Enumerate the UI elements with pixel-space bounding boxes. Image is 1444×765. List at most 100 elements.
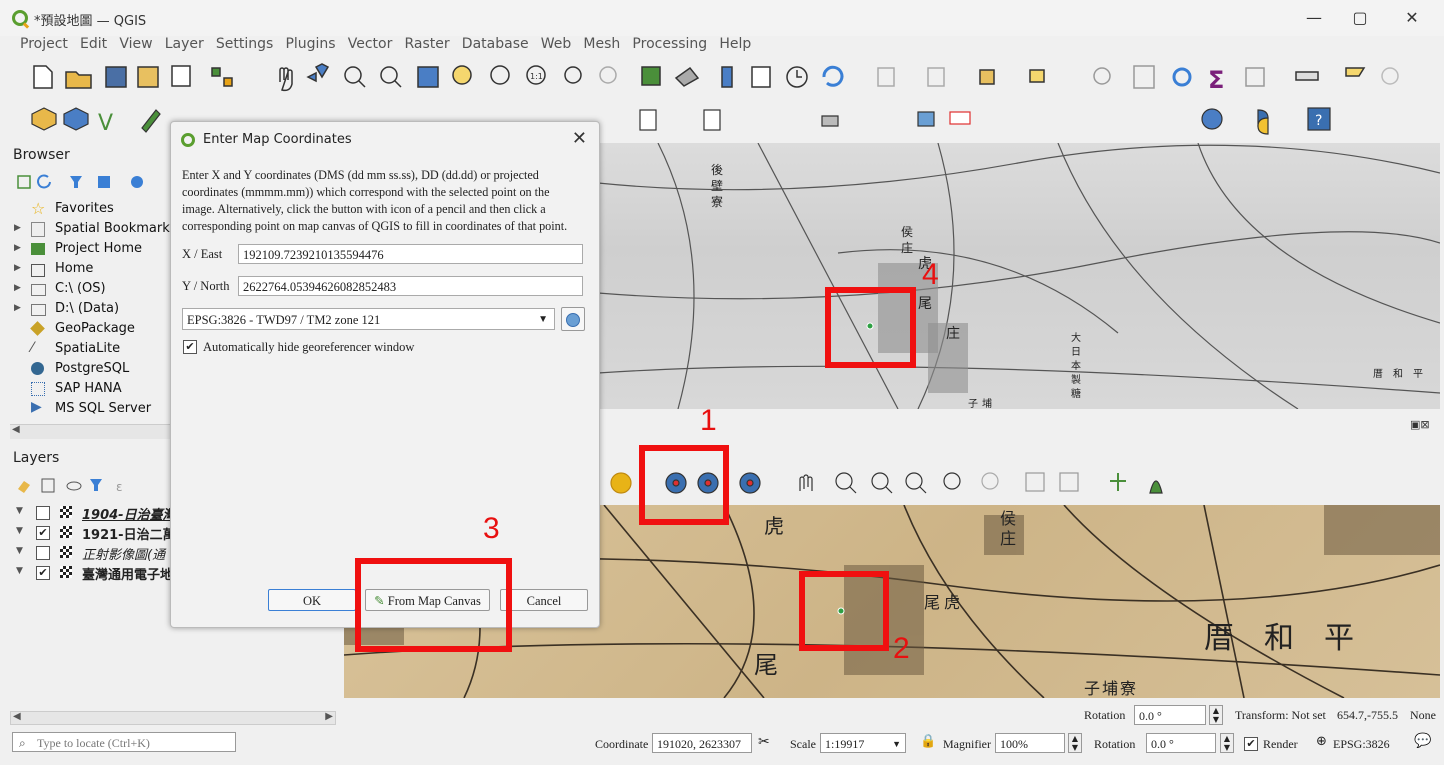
expand-arrow-icon[interactable]: ▶ xyxy=(14,263,21,273)
browser-item-home[interactable]: ▶ Home xyxy=(10,260,170,280)
layer-1921[interactable]: ▼ ✔ 1921-日治二萬 xyxy=(10,523,176,543)
maximize-button[interactable]: ▢ xyxy=(1340,6,1380,30)
messages-icon[interactable]: 💬 xyxy=(1414,733,1431,749)
menu-raster[interactable]: Raster xyxy=(405,36,450,52)
globe-icon[interactable]: ⊕ xyxy=(1316,734,1327,749)
crs-selector-button[interactable] xyxy=(561,307,585,331)
layer-emap[interactable]: ▼ ✔ 臺灣通用電子地 xyxy=(10,563,173,583)
ok-button[interactable]: OK xyxy=(268,589,356,611)
map-label: 平 xyxy=(1413,369,1423,380)
star-icon: ☆ xyxy=(31,199,46,218)
layer-visibility-checkbox[interactable]: ✔ xyxy=(36,526,50,540)
menu-vector[interactable]: Vector xyxy=(348,36,393,52)
svg-text:V: V xyxy=(98,111,113,136)
layers-toolbar: ε xyxy=(18,478,123,494)
magnifier-input[interactable]: 100% xyxy=(995,733,1065,753)
auto-hide-checkbox[interactable]: ✔ xyxy=(183,340,197,354)
menu-settings[interactable]: Settings xyxy=(216,36,273,52)
browser-scrollbar[interactable]: ◀ xyxy=(10,424,170,439)
expand-arrow-icon[interactable]: ▶ xyxy=(14,223,21,233)
browser-item-project-home[interactable]: ▶ Project Home xyxy=(10,240,170,260)
spatialite-icon: ⁄ xyxy=(31,340,34,356)
layer-1904[interactable]: ▼ 1904-日治臺灣 xyxy=(10,503,176,523)
layer-orthophoto[interactable]: ▼ 正射影像圖(通 xyxy=(10,543,170,563)
magnifier-spinner[interactable]: ▲ ▼ xyxy=(1068,733,1082,753)
browser-item-favorites[interactable]: ☆ Favorites xyxy=(10,199,170,220)
menu-project[interactable]: Project xyxy=(20,36,68,52)
map-label: 厝 xyxy=(1204,621,1234,656)
close-button[interactable]: ✕ xyxy=(1392,6,1432,30)
map-label: 寮 xyxy=(711,195,724,209)
expand-arrow-icon[interactable]: ▶ xyxy=(14,243,21,253)
menu-mesh[interactable]: Mesh xyxy=(583,36,620,52)
svg-text:ε: ε xyxy=(116,480,123,494)
dialog-close-icon[interactable]: ✕ xyxy=(572,128,587,149)
toggle-extents-icon[interactable]: ✂ xyxy=(758,734,770,750)
browser-item-drive-d[interactable]: ▶ D:\ (Data) xyxy=(10,300,170,320)
project-crs-button[interactable]: EPSG:3826 xyxy=(1333,737,1390,752)
rotation-spinner[interactable]: ▲ ▼ xyxy=(1220,733,1234,753)
map-label: 虎 xyxy=(944,593,961,612)
home-icon xyxy=(31,264,45,277)
rotation-spinner[interactable]: ▲ ▼ xyxy=(1209,705,1223,725)
transform-status: Transform: Not set xyxy=(1235,708,1326,722)
georef-rotation-input[interactable]: 0.0 ° xyxy=(1134,705,1206,725)
collapse-arrow-icon[interactable]: ▼ xyxy=(16,566,23,576)
postgres-icon xyxy=(31,362,44,375)
layer-visibility-checkbox[interactable] xyxy=(36,506,50,520)
browser-item-postgresql[interactable]: PostgreSQL xyxy=(10,360,170,380)
browser-item-sap-hana[interactable]: SAP HANA xyxy=(10,380,170,400)
rotation-input[interactable]: 0.0 ° xyxy=(1146,733,1216,753)
y-north-input[interactable]: 2622764.05394626082852483 xyxy=(238,276,583,296)
browser-item-mssql[interactable]: ▶ MS SQL Server xyxy=(10,399,170,420)
browser-item-drive-c[interactable]: ▶ C:\ (OS) xyxy=(10,280,170,300)
browser-tree: ☆ Favorites ▶ Spatial Bookmarks ▶ Projec… xyxy=(10,199,177,420)
coordinate-input[interactable]: 191020, 2623307 xyxy=(652,733,752,753)
menu-edit[interactable]: Edit xyxy=(80,36,107,52)
main-toolbar: 1:1 Σ xyxy=(0,58,1444,100)
minimize-button[interactable]: — xyxy=(1294,6,1334,30)
map-label: 侯 xyxy=(901,225,914,239)
x-east-input[interactable]: 192109.7239210135594476 xyxy=(238,244,583,264)
expand-arrow-icon[interactable]: ▶ xyxy=(14,283,21,293)
layer-visibility-checkbox[interactable]: ✔ xyxy=(36,566,50,580)
chevron-down-icon: ▼ xyxy=(892,739,901,749)
menu-database[interactable]: Database xyxy=(462,36,529,52)
menu-plugins[interactable]: Plugins xyxy=(285,36,335,52)
map-label: 虎 xyxy=(764,514,784,538)
crs-select[interactable]: EPSG:3826 - TWD97 / TM2 zone 121 ▼ xyxy=(182,308,555,330)
menu-layer[interactable]: Layer xyxy=(165,36,204,52)
render-label: Render xyxy=(1263,737,1298,751)
expand-arrow-icon[interactable]: ▶ xyxy=(14,303,21,313)
map-label: 本 xyxy=(1071,361,1081,372)
menu-view[interactable]: View xyxy=(119,36,152,52)
render-checkbox[interactable]: ✔ xyxy=(1244,737,1258,751)
cancel-button[interactable]: Cancel xyxy=(500,589,588,611)
menu-processing[interactable]: Processing xyxy=(632,36,707,52)
browser-item-geopackage[interactable]: GeoPackage xyxy=(10,320,170,340)
raster-layer-icon xyxy=(60,546,72,558)
menu-help[interactable]: Help xyxy=(719,36,751,52)
collapse-arrow-icon[interactable]: ▼ xyxy=(16,526,23,536)
main-map-canvas[interactable]: 後 壁 寮 虎 尾 庄 大 日 本 製 糖 侯 庄 厝 和 平 子 埔 xyxy=(598,143,1440,409)
search-icon: ⌕ xyxy=(19,736,26,750)
annotation-box-1 xyxy=(639,445,729,525)
browser-item-spatialite[interactable]: ⁄ SpatiaLite xyxy=(10,340,170,360)
scale-input[interactable]: 1:19917 ▼ xyxy=(820,733,906,753)
dock-float-close-icons[interactable]: ▣⊠ xyxy=(1410,418,1430,431)
annotation-number-2: 2 xyxy=(893,632,910,665)
collapse-arrow-icon[interactable]: ▼ xyxy=(16,546,23,556)
geopackage-icon xyxy=(30,321,45,336)
collapse-arrow-icon[interactable]: ▼ xyxy=(16,506,23,516)
georef-rotation-label: Rotation xyxy=(1084,708,1126,722)
menu-web[interactable]: Web xyxy=(541,36,572,52)
svg-text:?: ? xyxy=(1315,113,1322,129)
browser-item-spatial-bookmarks[interactable]: ▶ Spatial Bookmarks xyxy=(10,220,177,240)
scroll-left-icon[interactable]: ◀ xyxy=(12,424,20,435)
annotation-number-4: 4 xyxy=(922,258,939,291)
lock-icon[interactable]: 🔒 xyxy=(920,734,936,749)
locator-search-input[interactable]: ⌕ Type to locate (Ctrl+K) xyxy=(12,732,236,752)
map-label: 厝 xyxy=(1373,369,1383,380)
layer-visibility-checkbox[interactable] xyxy=(36,546,50,560)
magnifier-label: Magnifier xyxy=(943,737,991,751)
